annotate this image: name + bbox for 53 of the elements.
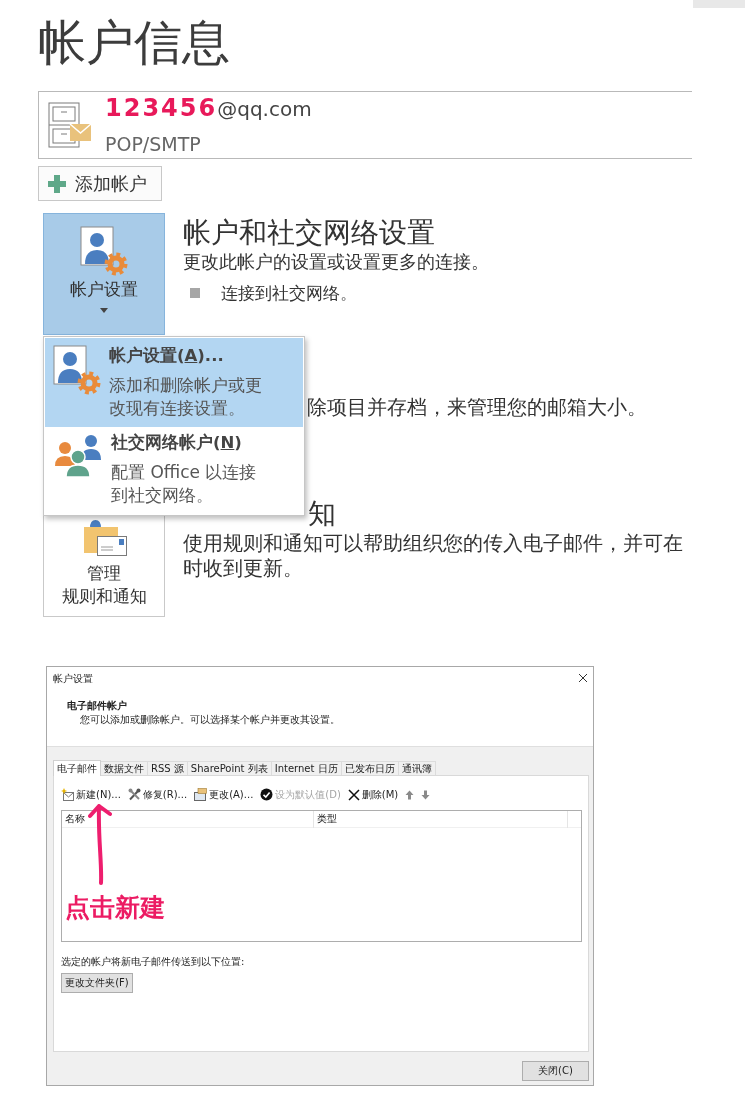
menu-item-description: 添加和删除帐户或更 改现有连接设置。 <box>109 374 262 420</box>
toolbar-button[interactable]: 修复(R)... <box>127 788 188 801</box>
down-arrow-icon <box>421 789 431 800</box>
tab[interactable]: 数据文件 <box>100 761 148 775</box>
up-arrow-icon <box>405 789 415 800</box>
square-bullet-icon <box>190 288 200 298</box>
toolbar-button[interactable]: 新建(N)... <box>61 788 121 801</box>
section-description: 除项目并存档，来管理您的邮箱大小。 <box>307 395 648 421</box>
manage-rules-button[interactable]: 管理 规则和通知 <box>43 515 165 617</box>
tab[interactable]: 已发布日历 <box>340 761 399 775</box>
folder-card-icon <box>194 788 208 801</box>
menu-item[interactable]: 社交网络帐户(N) 配置 Office 以连接 到社交网络。 <box>45 427 303 514</box>
page-title: 帐户信息 <box>38 14 230 70</box>
filing-cabinet-envelope-icon <box>48 101 92 151</box>
toolbar-button[interactable]: 更改(A)... <box>194 788 254 801</box>
column-header: 名称 <box>62 811 314 828</box>
section-heading: 知 <box>308 497 337 531</box>
people-icon <box>53 432 103 478</box>
plus-icon <box>47 173 67 194</box>
account-settings-button[interactable]: 帐户设置 <box>43 213 165 335</box>
menu-item-title: 社交网络帐户(N) <box>111 432 243 454</box>
section-description: 更改此帐户的设置或设置更多的连接。 <box>183 251 489 274</box>
tab[interactable]: 电子邮件 <box>53 760 101 776</box>
dialog-title: 帐户设置 <box>53 671 93 686</box>
section-heading: 帐户和社交网络设置 <box>183 216 436 250</box>
tab[interactable]: Internet 日历 <box>270 761 342 775</box>
tab[interactable]: RSS 源 <box>147 761 188 775</box>
tab[interactable]: SharePoint 列表 <box>186 761 272 775</box>
check-circle-icon <box>260 788 274 801</box>
close-dialog-button[interactable]: 关闭(C) <box>522 1061 589 1081</box>
bullet-text: 连接到社交网络。 <box>221 282 357 305</box>
menu-item-description: 配置 Office 以连接 到社交网络。 <box>111 461 257 507</box>
envelope-star-icon <box>61 788 74 801</box>
email-domain-text: @qq.com <box>217 97 312 121</box>
account-type: POP/SMTP <box>105 132 202 157</box>
header-title: 电子邮件帐户 <box>67 699 128 713</box>
tab[interactable]: 通讯簿 <box>397 761 436 775</box>
change-folder-button[interactable]: 更改文件夹(F) <box>61 973 133 993</box>
email-user-text: 123456 <box>105 94 218 122</box>
x-mark-icon <box>347 788 360 801</box>
annotation-text: 点击新建 <box>65 893 166 922</box>
delivery-label: 选定的帐户将新电子邮件传送到以下位置: <box>61 955 246 969</box>
menu-item[interactable]: 帐户设置(A)... 添加和删除帐户或更 改现有连接设置。 <box>45 338 303 427</box>
toolbar-button[interactable]: 删除(M) <box>347 788 399 801</box>
close-icon <box>578 673 588 683</box>
add-account-button[interactable]: 添加帐户 <box>38 166 162 201</box>
portrait-gear-icon <box>80 226 128 276</box>
header-description: 您可以添加或删除帐户。可以选择某个帐户并更改其设置。 <box>79 713 341 727</box>
column-header: 类型 <box>314 811 568 828</box>
section-description: 使用规则和通知可以帮助组织您的传入电子邮件，并可在 时收到更新。 <box>183 531 683 581</box>
portrait-gear-icon <box>53 345 101 395</box>
tools-icon <box>127 788 141 801</box>
menu-item-title: 帐户设置(A)... <box>109 345 225 367</box>
